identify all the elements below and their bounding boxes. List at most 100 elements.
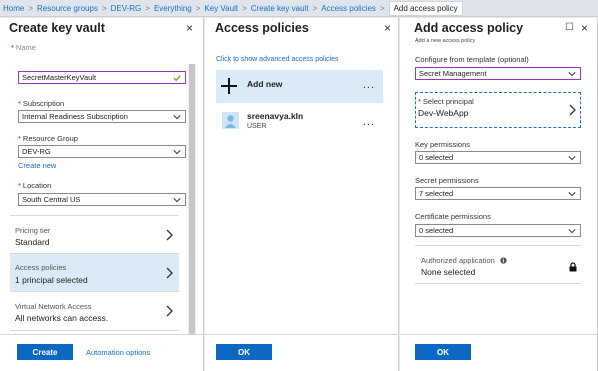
authorized-application-label-text: Authorized application	[421, 256, 495, 265]
chevron-down-icon	[173, 198, 181, 203]
chevron-down-icon	[568, 72, 576, 77]
user-role: USER	[247, 123, 267, 130]
breadcrumb-separator: >	[379, 3, 385, 13]
secret-permissions-value: 7 selected	[419, 189, 454, 198]
required-marker: *	[418, 97, 421, 106]
required-marker: *	[18, 134, 21, 143]
authorized-application-value: None selected	[421, 267, 476, 277]
user-icon	[222, 112, 239, 129]
breadcrumb-home[interactable]: Home	[3, 4, 24, 13]
authorized-application-field: Authorized application None selected	[415, 245, 581, 284]
close-icon[interactable]: ×	[384, 22, 391, 34]
breadcrumb-separator: >	[195, 3, 201, 13]
breadcrumb-create-key-vault[interactable]: Create key vault	[251, 4, 309, 13]
plus-icon	[221, 78, 237, 94]
breadcrumb-access-policies[interactable]: Access policies	[321, 4, 376, 13]
automation-options-link[interactable]: Automation options	[86, 348, 150, 357]
breadcrumb-key-vault[interactable]: Key Vault	[204, 4, 238, 13]
subscription-select[interactable]: Internal Readiness Subscription	[18, 110, 186, 123]
subscription-label-text: Subscription	[22, 99, 65, 108]
secret-permissions-label: Secret permissions	[415, 176, 479, 185]
key-permissions-select[interactable]: 0 selected	[415, 151, 581, 164]
chevron-right-icon	[166, 267, 173, 279]
chevron-down-icon	[173, 150, 181, 155]
lock-icon	[569, 262, 577, 272]
breadcrumb-separator: >	[242, 3, 247, 13]
template-select[interactable]: Secret Management	[415, 67, 581, 80]
location-label-text: Location	[22, 181, 52, 190]
user-policy-row[interactable]: sreenavya.kln USER ...	[216, 109, 383, 141]
certificate-permissions-select[interactable]: 0 selected	[415, 224, 581, 237]
blade-title: Access policies	[215, 21, 309, 35]
maximize-icon[interactable]: ☐	[565, 22, 574, 34]
chevron-right-icon	[569, 104, 576, 116]
ok-button[interactable]: OK	[216, 344, 272, 360]
blade-footer: Create Automation options	[0, 334, 203, 371]
create-button[interactable]: Create	[17, 344, 73, 360]
location-label: * Location	[18, 181, 51, 190]
certificate-permissions-value: 0 selected	[419, 226, 454, 235]
breadcrumb-add-access-policy[interactable]: Add access policy	[388, 0, 463, 16]
more-icon[interactable]: ...	[363, 79, 375, 91]
info-icon	[500, 257, 507, 264]
scrollbar-thumb[interactable]	[189, 64, 195, 344]
required-marker: *	[18, 181, 21, 190]
chevron-right-icon	[166, 229, 173, 241]
breadcrumb-separator: >	[101, 3, 107, 13]
breadcrumb-separator: >	[145, 3, 150, 13]
blade-title: Add access policy	[414, 21, 524, 35]
chevron-down-icon	[568, 156, 576, 161]
select-principal-field[interactable]: * Select principal Dev-WebApp	[415, 92, 581, 128]
resource-group-select[interactable]: DEV-RG	[18, 145, 186, 158]
location-select[interactable]: South Central US	[18, 193, 186, 206]
chevron-down-icon	[568, 192, 576, 197]
pricing-tier-value: Standard	[15, 237, 50, 247]
breadcrumb-separator: >	[28, 3, 34, 13]
breadcrumb-dev-rg[interactable]: DEV-RG	[111, 4, 142, 13]
access-policies-item[interactable]: Access policies 1 principal selected	[10, 253, 179, 291]
create-key-vault-blade: Create key vault × * Name SecretMasterKey…	[0, 18, 204, 371]
more-icon[interactable]: ...	[363, 116, 375, 128]
subscription-value: Internal Readiness Subscription	[22, 112, 128, 121]
breadcrumb: Home > Resource groups > DEV-RG > Everyt…	[0, 0, 598, 17]
required-marker: *	[18, 99, 21, 108]
subscription-label: * Subscription	[18, 99, 64, 108]
location-value: South Central US	[22, 195, 81, 204]
resource-group-value: DEV-RG	[22, 147, 51, 156]
add-new-label: Add new	[247, 79, 283, 89]
key-permissions-label: Key permissions	[415, 140, 471, 149]
advanced-access-policies-link[interactable]: Click to show advanced access policies	[216, 56, 339, 63]
blade-title: Create key vault	[9, 21, 105, 35]
resource-group-label: * Resource Group	[18, 134, 78, 143]
resource-group-label-text: Resource Group	[22, 134, 78, 143]
chevron-down-icon	[568, 229, 576, 234]
template-value: Secret Management	[419, 69, 487, 78]
ok-button[interactable]: OK	[415, 344, 471, 360]
breadcrumb-separator: >	[312, 3, 318, 13]
breadcrumb-resource-groups[interactable]: Resource groups	[37, 4, 98, 13]
pricing-tier-title: Pricing tier	[15, 226, 51, 235]
virtual-network-access-value: All networks can access.	[15, 313, 109, 323]
close-icon[interactable]: ×	[581, 22, 588, 34]
name-value: SecretMasterKeyVault	[22, 73, 97, 82]
certificate-permissions-label: Certificate permissions	[415, 212, 491, 221]
create-new-link[interactable]: Create new	[18, 161, 56, 170]
add-access-policy-blade: Add access policy Add a new access polic…	[400, 18, 598, 371]
principal-label: * Select principal	[418, 97, 474, 106]
check-icon	[173, 75, 181, 82]
close-icon[interactable]: ×	[186, 22, 193, 34]
name-field[interactable]: SecretMasterKeyVault	[18, 71, 186, 84]
blade-subtitle: Add a new access policy	[415, 38, 476, 44]
scrollbar[interactable]	[188, 64, 196, 349]
breadcrumb-everything[interactable]: Everything	[154, 4, 192, 13]
pricing-tier-item[interactable]: Pricing tier Standard	[10, 215, 179, 253]
principal-label-text: Select principal	[422, 97, 474, 106]
add-new-row[interactable]: Add new ...	[216, 70, 383, 103]
access-policies-blade: Access policies × Click to show advanced…	[205, 18, 399, 371]
virtual-network-access-item[interactable]: Virtual Network Access All networks can …	[10, 291, 179, 331]
blade-footer: OK	[400, 334, 597, 371]
access-policies-value: 1 principal selected	[15, 275, 88, 285]
chevron-down-icon	[173, 115, 181, 120]
chevron-right-icon	[166, 305, 173, 317]
secret-permissions-select[interactable]: 7 selected	[415, 187, 581, 200]
